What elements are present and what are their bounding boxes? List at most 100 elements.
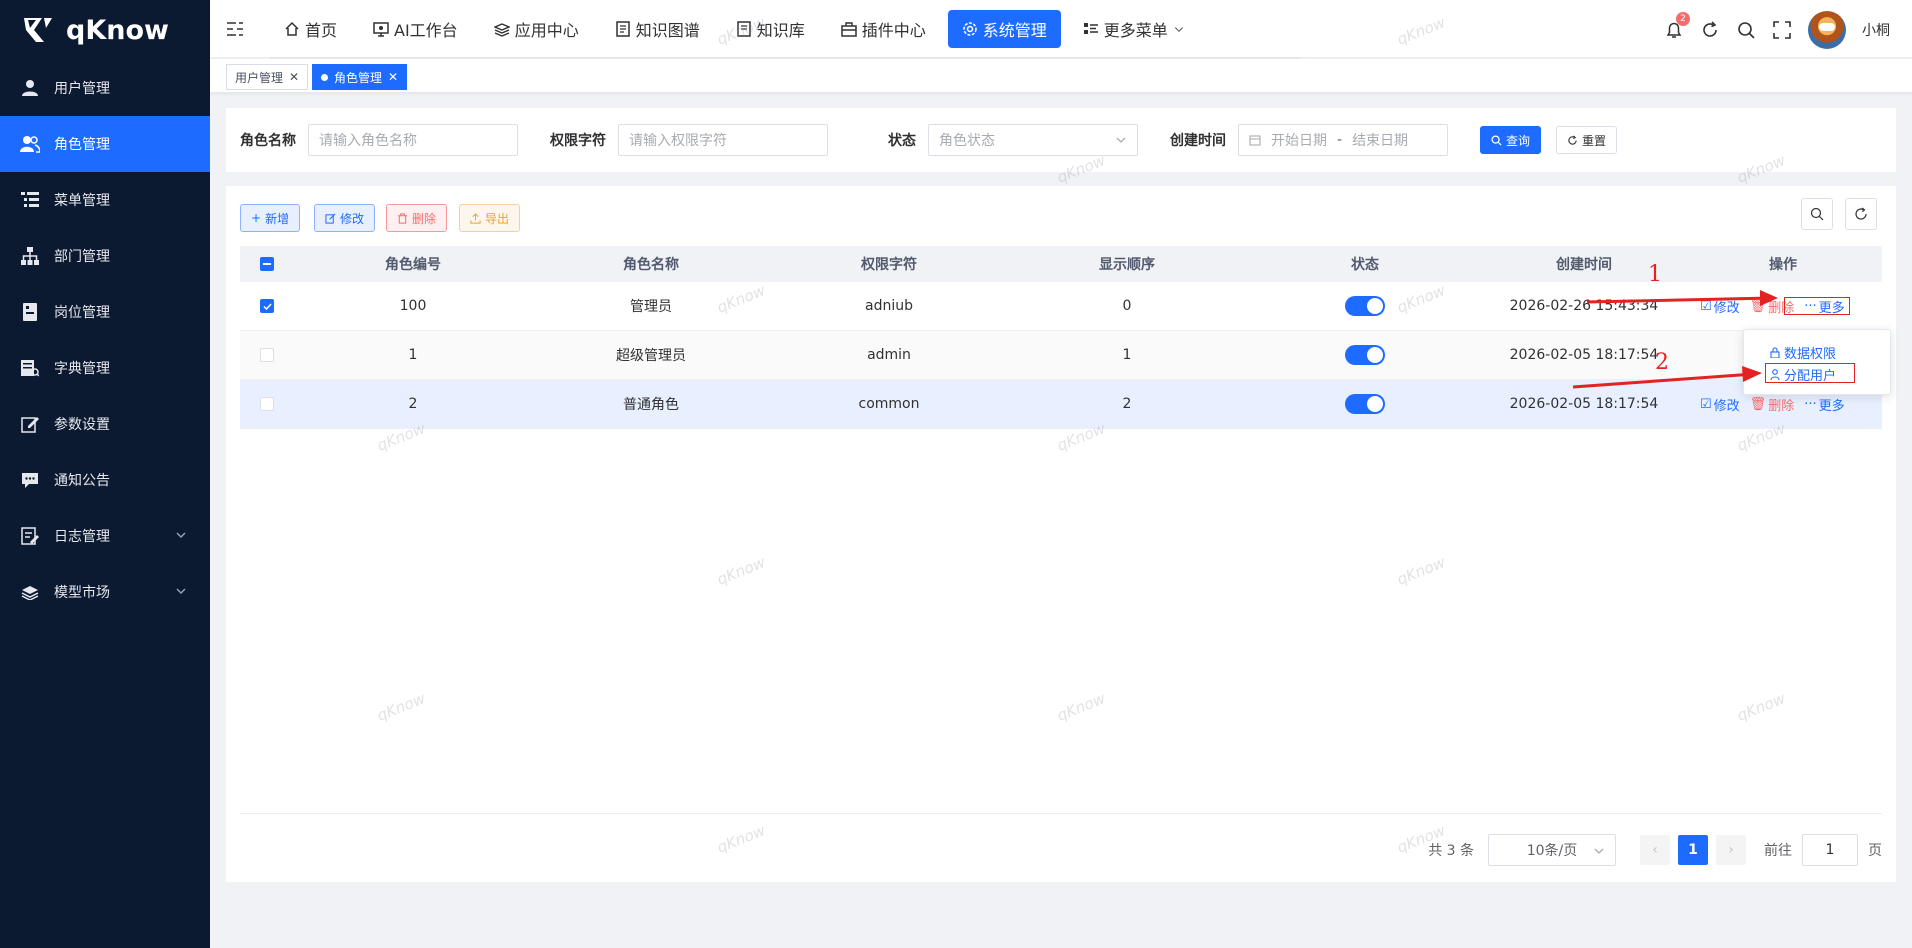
nav-plugin-center[interactable]: 插件中心 [827,10,940,48]
row-checkbox[interactable] [260,397,274,411]
op-delete-label: 删除 [1768,398,1795,414]
gear-icon [963,22,977,36]
close-icon[interactable]: ✕ [388,70,398,84]
create-time-label: 创建时间 [1170,133,1226,149]
row-edit-button[interactable]: ☑ 修改 [1700,297,1740,316]
tag-user-management[interactable]: 用户管理 ✕ [226,64,309,90]
date-range-picker[interactable]: 开始日期 - 结束日期 [1238,124,1448,156]
sidebar-item-label: 通知公告 [54,473,110,489]
next-page-button[interactable]: › [1716,835,1746,865]
row-checkbox[interactable] [260,299,274,313]
toggle-search-button[interactable] [1801,198,1833,230]
created-time: 2026-02-05 18:17:54 [1509,396,1659,412]
role-key-input[interactable]: 请输入权限字符 [618,124,828,156]
nav-app-center[interactable]: 应用中心 [480,10,593,48]
nav-label: 知识库 [756,21,805,40]
sidebar-item-dict[interactable]: 字典管理 [0,340,210,396]
reset-button[interactable]: 重置 [1556,126,1618,154]
topbar: 首页 AI工作台 应用中心 知识图谱 知识库 插件中心 系统管理 更多菜单 2 … [210,0,1912,59]
goto-input[interactable]: 1 [1802,834,1858,866]
app-icon [493,23,510,37]
status-switch[interactable] [1345,394,1385,414]
close-icon[interactable]: ✕ [289,70,299,84]
logo[interactable]: qKnow [22,10,169,50]
prev-page-button[interactable]: ‹ [1640,835,1670,865]
avatar[interactable] [1808,11,1846,49]
end-date-placeholder[interactable]: 结束日期 [1352,130,1408,150]
tag-role-management[interactable]: 角色管理 ✕ [312,64,408,90]
sidebar-item-user[interactable]: 用户管理 [0,60,210,116]
top-nav: 首页 AI工作台 应用中心 知识图谱 知识库 插件中心 系统管理 更多菜单 [270,10,1207,48]
search-icon[interactable] [1736,20,1756,40]
nav-label: 系统管理 [982,21,1047,40]
role-name-input[interactable]: 请输入角色名称 [308,124,518,156]
table-row: 100 管理员 adniub 0 2026-02-26 15:43:34 ☑ 修改… [240,282,1882,331]
op-edit-label: 修改 [1713,300,1740,316]
fullscreen-icon[interactable] [1772,20,1792,40]
sidebar: qKnow 用户管理 角色管理 菜单管理 部门管理 岗位管理 字典管理 参数设置… [0,0,210,948]
col-actions: 操作 [1769,257,1797,273]
sidebar-item-label: 岗位管理 [54,305,110,321]
role-sort: 2 [1122,396,1132,412]
nav-more-menu[interactable]: 更多菜单 [1069,10,1199,48]
col-role-name: 角色名称 [623,257,679,273]
export-label: 导出 [485,211,510,226]
sidebar-item-dept[interactable]: 部门管理 [0,228,210,284]
active-dot-icon [321,73,328,81]
row-edit-button[interactable]: ☑ 修改 [1700,395,1740,414]
total-count: 共 3 条 [1428,843,1474,859]
bell-icon[interactable]: 2 [1664,12,1690,40]
refresh-icon[interactable] [1700,20,1720,40]
page-button[interactable]: 1 [1678,835,1708,865]
nav-ai-workbench[interactable]: AI工作台 [359,10,472,48]
data-scope-item[interactable]: 数据权限 [1770,343,1836,362]
sidebar-item-log[interactable]: 日志管理 [0,508,210,564]
role-name-placeholder: 请输入角色名称 [319,133,417,149]
row-checkbox[interactable] [260,348,274,362]
upload-icon [470,212,481,224]
side-menu: 用户管理 角色管理 菜单管理 部门管理 岗位管理 字典管理 参数设置 通知公告 [0,60,210,620]
status-switch[interactable] [1345,296,1385,316]
op-more-label: 更多 [1818,398,1845,414]
role-sort: 1 [1122,347,1132,363]
nav-system-admin[interactable]: 系统管理 [947,10,1061,48]
sidebar-item-menu[interactable]: 菜单管理 [0,172,210,228]
refresh-icon [1855,207,1867,220]
col-sort: 显示顺序 [1099,257,1155,273]
edit-icon [325,213,336,224]
sidebar-item-label: 菜单管理 [54,193,110,209]
status-switch[interactable] [1345,345,1385,365]
sidebar-item-notice[interactable]: 通知公告 [0,452,210,508]
user-name[interactable]: 小桐 [1862,20,1890,40]
export-button[interactable]: 导出 [459,204,521,232]
sidebar-item-config[interactable]: 参数设置 [0,396,210,452]
status-select[interactable]: 角色状态 [928,124,1138,156]
log-icon [20,526,40,546]
query-label: 查询 [1506,133,1531,148]
fold-menu-icon[interactable] [224,18,246,40]
nav-label: 应用中心 [514,21,579,40]
query-button[interactable]: 查询 [1480,126,1542,154]
refresh-table-button[interactable] [1845,198,1877,230]
add-button[interactable]: + 新增 [240,204,301,232]
nav-knowledge-base[interactable]: 知识库 [722,10,819,48]
table-row: 1 超级管理员 admin 1 2026-02-05 18:17:54 [240,331,1882,380]
model-icon [20,582,40,602]
row-delete-button[interactable]: 🗑 删除 [1750,395,1795,414]
edit-button[interactable]: 修改 [314,204,376,232]
delete-button[interactable]: 删除 [386,204,448,232]
sidebar-item-role[interactable]: 角色管理 [0,116,210,172]
chevron-down-icon [176,532,186,538]
nav-home[interactable]: 首页 [270,10,351,48]
page-size-select[interactable]: 10条/页 [1488,834,1616,866]
logo-icon [24,18,52,42]
select-all-checkbox[interactable] [260,257,274,271]
row-more-button[interactable]: ··· 更多 [1804,395,1844,414]
sidebar-item-post[interactable]: 岗位管理 [0,284,210,340]
start-date-placeholder[interactable]: 开始日期 [1271,130,1327,150]
table-row: 2 普通角色 common 2 2026-02-05 18:17:54 ☑ 修改 … [240,380,1882,429]
nav-knowledge-graph[interactable]: 知识图谱 [601,10,714,48]
col-role-id: 角色编号 [385,257,441,273]
sidebar-item-model[interactable]: 模型市场 [0,564,210,620]
trash-icon: 🗑 [1749,298,1767,314]
